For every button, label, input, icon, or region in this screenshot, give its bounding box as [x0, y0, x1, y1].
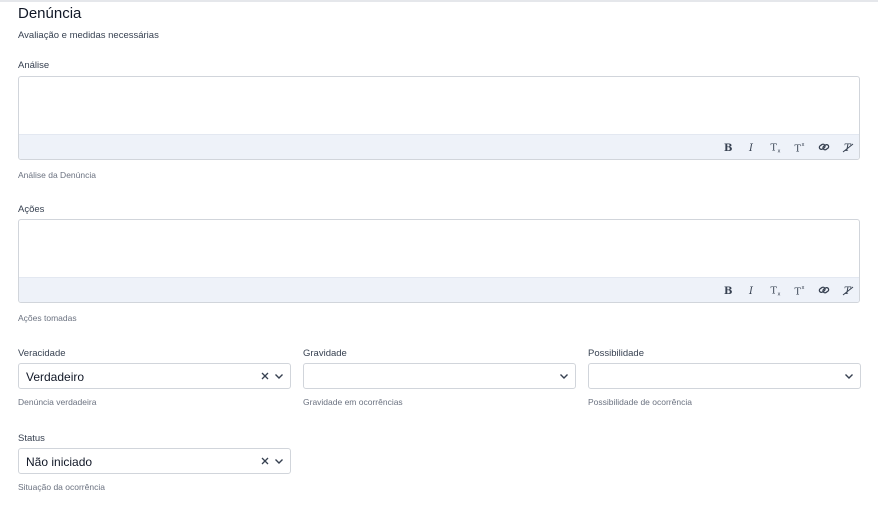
- acoes-text-area[interactable]: [19, 220, 859, 280]
- status-select[interactable]: Não iniciado: [18, 448, 291, 474]
- status-label: Status: [18, 433, 45, 444]
- svg-text:B: B: [724, 143, 732, 153]
- clear-format-icon[interactable]: T: [840, 282, 856, 298]
- analise-label: Análise: [18, 60, 50, 71]
- svg-text:I: I: [748, 143, 754, 153]
- superscript-icon[interactable]: Tx: [792, 139, 808, 155]
- status-help: Situação da ocorrência: [18, 482, 105, 492]
- subscript-icon[interactable]: Tx: [768, 282, 784, 298]
- chevron-down-icon[interactable]: [273, 455, 285, 467]
- gravidade-label: Gravidade: [303, 348, 347, 359]
- chevron-down-icon[interactable]: [273, 370, 285, 382]
- acoes-editor: B I Tx Tx T: [18, 219, 860, 303]
- chevron-down-icon[interactable]: [558, 370, 570, 382]
- svg-text:T: T: [795, 287, 802, 297]
- veracidade-select[interactable]: Verdadeiro: [18, 363, 291, 389]
- gravidade-help: Gravidade em ocorrências: [303, 397, 403, 407]
- svg-text:T: T: [771, 286, 778, 297]
- italic-icon[interactable]: I: [744, 139, 760, 155]
- veracidade-help: Denúncia verdadeira: [18, 397, 97, 407]
- italic-icon[interactable]: I: [744, 282, 760, 298]
- bold-icon[interactable]: B: [720, 282, 736, 298]
- clear-icon[interactable]: [260, 455, 270, 467]
- acoes-editor-toolbar: B I Tx Tx T: [19, 277, 859, 302]
- acoes-help: Ações tomadas: [18, 313, 77, 323]
- svg-text:x: x: [778, 292, 781, 297]
- possibilidade-help: Possibilidade de ocorrência: [588, 397, 692, 407]
- analise-text-area[interactable]: [19, 77, 859, 137]
- svg-text:x: x: [802, 285, 805, 291]
- analise-editor-toolbar: B I Tx Tx T: [19, 134, 859, 159]
- acoes-label: Ações: [18, 204, 45, 215]
- veracidade-label: Veracidade: [18, 348, 66, 359]
- svg-text:I: I: [748, 286, 754, 296]
- bold-icon[interactable]: B: [720, 139, 736, 155]
- superscript-icon[interactable]: Tx: [792, 282, 808, 298]
- subscript-icon[interactable]: Tx: [768, 139, 784, 155]
- svg-text:T: T: [771, 143, 778, 154]
- page-subtitle: Avaliação e medidas necessárias: [18, 30, 159, 41]
- status-value: Não iniciado: [26, 455, 93, 469]
- possibilidade-select[interactable]: [588, 363, 861, 389]
- page-title: Denúncia: [18, 5, 82, 22]
- analise-editor: B I Tx Tx T: [18, 76, 860, 160]
- clear-format-icon[interactable]: T: [840, 139, 856, 155]
- clear-icon[interactable]: [260, 370, 270, 382]
- svg-text:x: x: [802, 142, 805, 148]
- link-icon[interactable]: [816, 139, 832, 155]
- svg-text:x: x: [778, 149, 781, 154]
- veracidade-value: Verdadeiro: [26, 370, 85, 384]
- analise-help: Análise da Denúncia: [18, 170, 96, 180]
- gravidade-select[interactable]: [303, 363, 576, 389]
- possibilidade-label: Possibilidade: [588, 348, 644, 359]
- svg-text:T: T: [795, 144, 802, 154]
- top-divider: [0, 0, 878, 2]
- chevron-down-icon[interactable]: [843, 370, 855, 382]
- svg-text:B: B: [724, 286, 732, 296]
- link-icon[interactable]: [816, 282, 832, 298]
